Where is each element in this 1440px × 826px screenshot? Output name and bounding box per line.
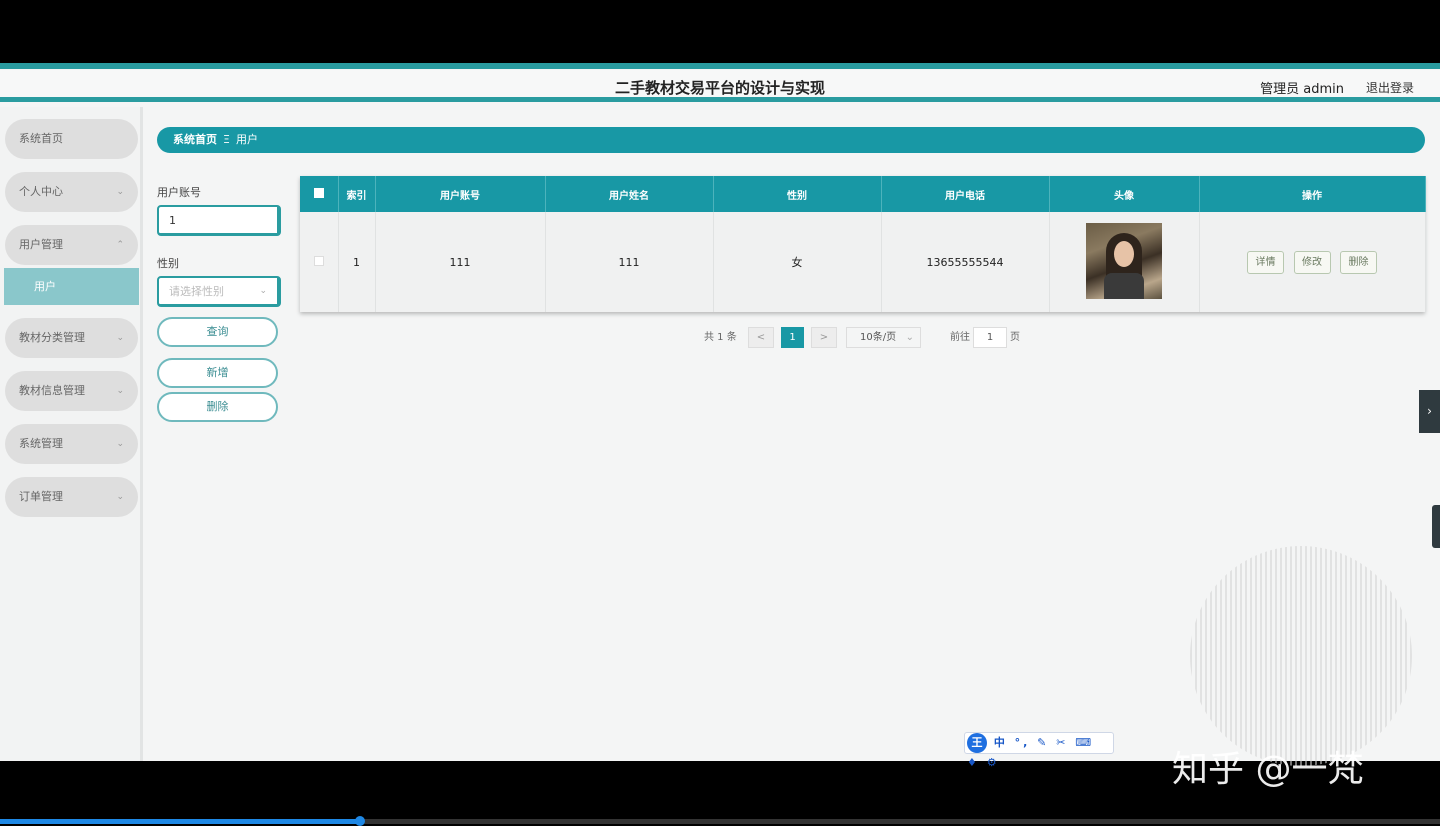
cell-name: 111: [545, 212, 714, 312]
goto-label: 前往: [950, 332, 970, 343]
query-button[interactable]: 查询: [157, 317, 278, 347]
sidebar-item-label: 订单管理: [19, 490, 63, 503]
sidebar-subitem-user[interactable]: 用户: [4, 268, 139, 305]
row-select-cell: [300, 212, 339, 312]
chevron-down-icon: ⌄: [259, 286, 267, 296]
sidebar-item-label: 教材分类管理: [19, 331, 85, 344]
sidebar-item-order-management[interactable]: 订单管理 ⌄: [5, 477, 138, 517]
ime-toolbar-icons: 中 °, ✎ ✂ ⌨ ♦ ⚙: [967, 736, 1095, 769]
table-row: 1 111 111 女 13655555544 详情 修改 删除: [300, 212, 1426, 312]
chevron-down-icon: ⌄: [116, 492, 124, 502]
breadcrumb: 系统首页 Ξ 用户: [157, 127, 1425, 153]
select-all-header: [300, 176, 339, 212]
chevron-down-icon: ⌄: [116, 386, 124, 396]
sidebar-item-system-management[interactable]: 系统管理 ⌄: [5, 424, 138, 464]
breadcrumb-home[interactable]: 系统首页: [173, 133, 217, 146]
account-label: 用户账号: [157, 186, 201, 199]
video-progress-knob[interactable]: [355, 816, 365, 826]
sidebar-item-label: 系统首页: [19, 132, 63, 145]
cell-gender: 女: [713, 212, 882, 312]
column-header: 用户电话: [881, 176, 1050, 212]
row-checkbox[interactable]: [313, 255, 324, 266]
cell-phone: 13655555544: [881, 212, 1050, 312]
current-user: 管理员 admin: [1260, 82, 1344, 97]
sidebar-item-category-management[interactable]: 教材分类管理 ⌄: [5, 318, 138, 358]
sidebar-item-label: 个人中心: [19, 185, 63, 198]
page-size-select[interactable]: 10条/页 ⌄: [846, 327, 921, 348]
side-handle[interactable]: [1432, 505, 1440, 548]
watermark: 知乎 @一梵: [1172, 749, 1364, 790]
chevron-down-icon: ⌄: [116, 187, 124, 197]
goto-page-input[interactable]: 1: [973, 327, 1007, 348]
cell-actions: 详情 修改 删除: [1199, 212, 1426, 312]
sidebar: 系统首页 个人中心 ⌄ 用户管理 ⌃ 用户 教材分类管理 ⌄ 教材信息管理 ⌄ …: [0, 107, 143, 761]
column-header: 操作: [1199, 176, 1426, 212]
user-table: 索引 用户账号 用户姓名 性别 用户电话 头像 操作 1 111 111 女 1…: [300, 176, 1426, 312]
sidebar-item-label: 用户管理: [19, 238, 63, 251]
page-suffix: 页: [1010, 332, 1020, 343]
row-delete-button[interactable]: 删除: [1340, 250, 1377, 274]
edit-button[interactable]: 修改: [1293, 250, 1331, 274]
ime-logo-icon: 王: [967, 733, 987, 753]
page-size-value: 10条/页: [860, 332, 897, 343]
cell-index: 1: [338, 212, 376, 312]
prev-page-button[interactable]: <: [748, 327, 774, 348]
next-page-button[interactable]: >: [811, 327, 837, 348]
loading-circle-overlay: [1190, 546, 1412, 766]
app-header: 二手教材交易平台的设计与实现 管理员 admin 退出登录: [0, 69, 1440, 102]
column-header: 性别: [713, 176, 882, 212]
sidebar-item-user-management[interactable]: 用户管理 ⌃: [5, 225, 138, 265]
pagination-total: 共 1 条: [704, 332, 737, 343]
chevron-down-icon: ⌄: [905, 332, 914, 343]
chevron-right-icon[interactable]: ›: [1419, 390, 1440, 433]
chevron-up-icon: ⌃: [116, 240, 124, 250]
cell-account: 111: [375, 212, 546, 312]
sidebar-item-textbook-management[interactable]: 教材信息管理 ⌄: [5, 371, 138, 411]
gender-select[interactable]: 请选择性别 ⌄: [157, 276, 281, 307]
video-progress-fill: [0, 819, 360, 824]
column-header: 用户账号: [375, 176, 546, 212]
sidebar-item-personal-center[interactable]: 个人中心 ⌄: [5, 172, 138, 212]
cell-avatar: [1049, 212, 1200, 312]
chevron-down-icon: ⌄: [116, 439, 124, 449]
breadcrumb-current: 用户: [235, 133, 258, 146]
gender-label: 性别: [157, 257, 179, 270]
logout-link[interactable]: 退出登录: [1366, 79, 1414, 96]
ime-toolbar[interactable]: 王 中 °, ✎ ✂ ⌨ ♦ ⚙: [964, 732, 1114, 769]
gender-select-placeholder: 请选择性别: [169, 285, 224, 298]
sidebar-item-label: 系统管理: [19, 437, 63, 450]
add-button[interactable]: 新增: [157, 358, 278, 388]
column-header: 索引: [338, 176, 376, 212]
breadcrumb-separator-icon: Ξ: [223, 133, 230, 146]
column-header: 用户姓名: [545, 176, 714, 212]
delete-button[interactable]: 删除: [157, 392, 278, 422]
avatar: [1086, 222, 1162, 299]
sidebar-item-label: 教材信息管理: [19, 384, 85, 397]
page-1-button[interactable]: 1: [781, 327, 804, 348]
column-header: 头像: [1049, 176, 1200, 212]
video-progress-bar[interactable]: [0, 816, 1440, 826]
app-title: 二手教材交易平台的设计与实现: [614, 79, 825, 97]
detail-button[interactable]: 详情: [1247, 250, 1284, 274]
account-input[interactable]: 1: [157, 205, 281, 236]
chevron-down-icon: ⌄: [116, 333, 124, 343]
select-all-checkbox[interactable]: [313, 187, 324, 198]
table-header-row: 索引 用户账号 用户姓名 性别 用户电话 头像 操作: [300, 176, 1426, 212]
sidebar-item-home[interactable]: 系统首页: [5, 119, 138, 159]
